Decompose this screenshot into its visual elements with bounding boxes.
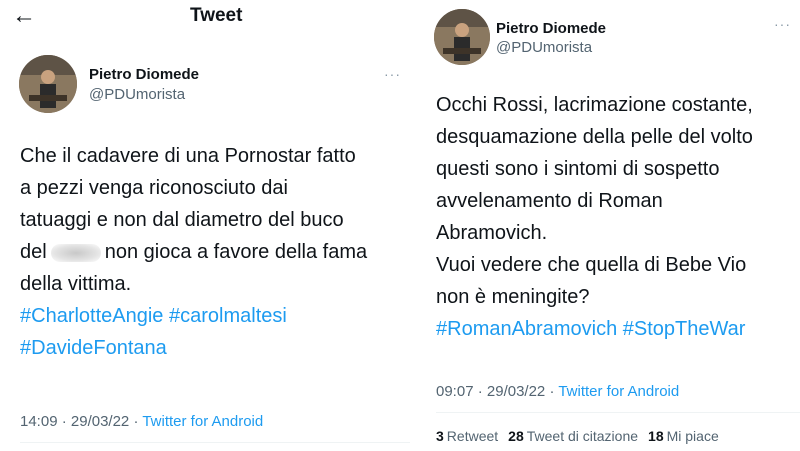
tweet-text-line: avvelenamento di Roman [436, 190, 663, 212]
like-label: Mi piace [666, 428, 719, 444]
hashtag-line: #CharlotteAngie #carolmaltesi [20, 300, 367, 332]
hashtag-line: #RomanAbramovich #StopTheWar [436, 313, 753, 345]
engagement-stats: 3 Retweet 28 Tweet di citazione 18 Mi piace [436, 428, 729, 444]
divider [20, 442, 410, 443]
tweet-text-line: questi sono i sintomi di sospetto [436, 158, 720, 180]
tweet-time: 14:09 [20, 413, 58, 430]
tweet-text: Che il cadavere di una Pornostar fatto a… [20, 140, 367, 364]
tweet-text-line: Vuoi vedere che quella di Bebe Vio [436, 254, 747, 276]
tweet-meta: 14:09 · 29/03/22 · Twitter for Android [20, 413, 264, 430]
tweet-text-line: a pezzi venga riconosciuto dai [20, 177, 288, 199]
tweet-text-line: Occhi Rossi, lacrimazione costante, [436, 94, 753, 116]
tweet-text-line: Abramovich. [436, 222, 548, 244]
avatar-photo-icon [434, 9, 490, 65]
censored-word-blur [50, 243, 101, 262]
hashtag-link[interactable]: #CharlotteAngie [20, 305, 163, 327]
tweet-text-fragment: non gioca a favore della fama [104, 241, 368, 263]
more-options-icon[interactable]: ··· [384, 66, 401, 82]
tweet-text-line: tatuaggi e non dal diametro del buco [20, 209, 344, 231]
tweet-meta: 09:07 · 29/03/22 · Twitter for Android [436, 383, 680, 400]
client-link[interactable]: Twitter for Android [558, 383, 679, 400]
client-link[interactable]: Twitter for Android [142, 413, 263, 430]
tweet-date: 29/03/22 [70, 413, 130, 430]
like-stat[interactable]: 18 Mi piace [648, 428, 719, 444]
tweet-text-line: desquamazione della pelle del volto [436, 126, 753, 148]
author-name[interactable]: Pietro Diomede [496, 20, 606, 37]
hashtag-link[interactable]: #DavideFontana [20, 337, 167, 359]
tweet-text-line: Che il cadavere di una Pornostar fatto [20, 145, 356, 167]
right-tweet-panel: Pietro Diomede @PDUmorista ··· Occhi Ros… [418, 0, 800, 451]
tweet-text: Occhi Rossi, lacrimazione costante, desq… [436, 89, 753, 345]
retweet-label: Retweet [446, 428, 499, 444]
avatar-photo-icon [19, 55, 77, 113]
hashtag-link[interactable]: #StopTheWar [623, 318, 746, 340]
avatar[interactable] [434, 9, 490, 65]
hashtag-link[interactable]: #carolmaltesi [169, 305, 287, 327]
avatar[interactable] [19, 55, 77, 113]
tweet-date: 29/03/22 [486, 383, 546, 400]
left-tweet-panel: ← Tweet Pietro Diomede @PDUmorista ··· C… [0, 0, 410, 451]
author-name[interactable]: Pietro Diomede [89, 66, 199, 83]
hashtag-line: #DavideFontana [20, 332, 367, 364]
retweet-stat[interactable]: 3 Retweet [436, 428, 498, 444]
quote-count: 28 [508, 428, 524, 444]
back-arrow-icon[interactable]: ← [12, 4, 36, 28]
tweet-text-line: non è meningite? [436, 286, 590, 308]
author-handle[interactable]: @PDUmorista [89, 86, 185, 103]
tweet-text-line: del non gioca a favore della fama [20, 236, 367, 268]
header-title: Tweet [190, 5, 243, 26]
quote-stat[interactable]: 28 Tweet di citazione [508, 428, 638, 444]
tweet-time: 09:07 [436, 383, 474, 400]
like-count: 18 [648, 428, 664, 444]
author-handle[interactable]: @PDUmorista [496, 39, 592, 56]
panel-gap [410, 0, 418, 451]
more-options-icon[interactable]: ··· [774, 16, 791, 32]
divider [436, 412, 800, 413]
tweet-text-line: della vittima. [20, 273, 132, 295]
quote-label: Tweet di citazione [526, 428, 639, 444]
hashtag-link[interactable]: #RomanAbramovich [436, 318, 617, 340]
tweet-text-fragment: del [20, 241, 47, 263]
retweet-count: 3 [436, 428, 444, 444]
